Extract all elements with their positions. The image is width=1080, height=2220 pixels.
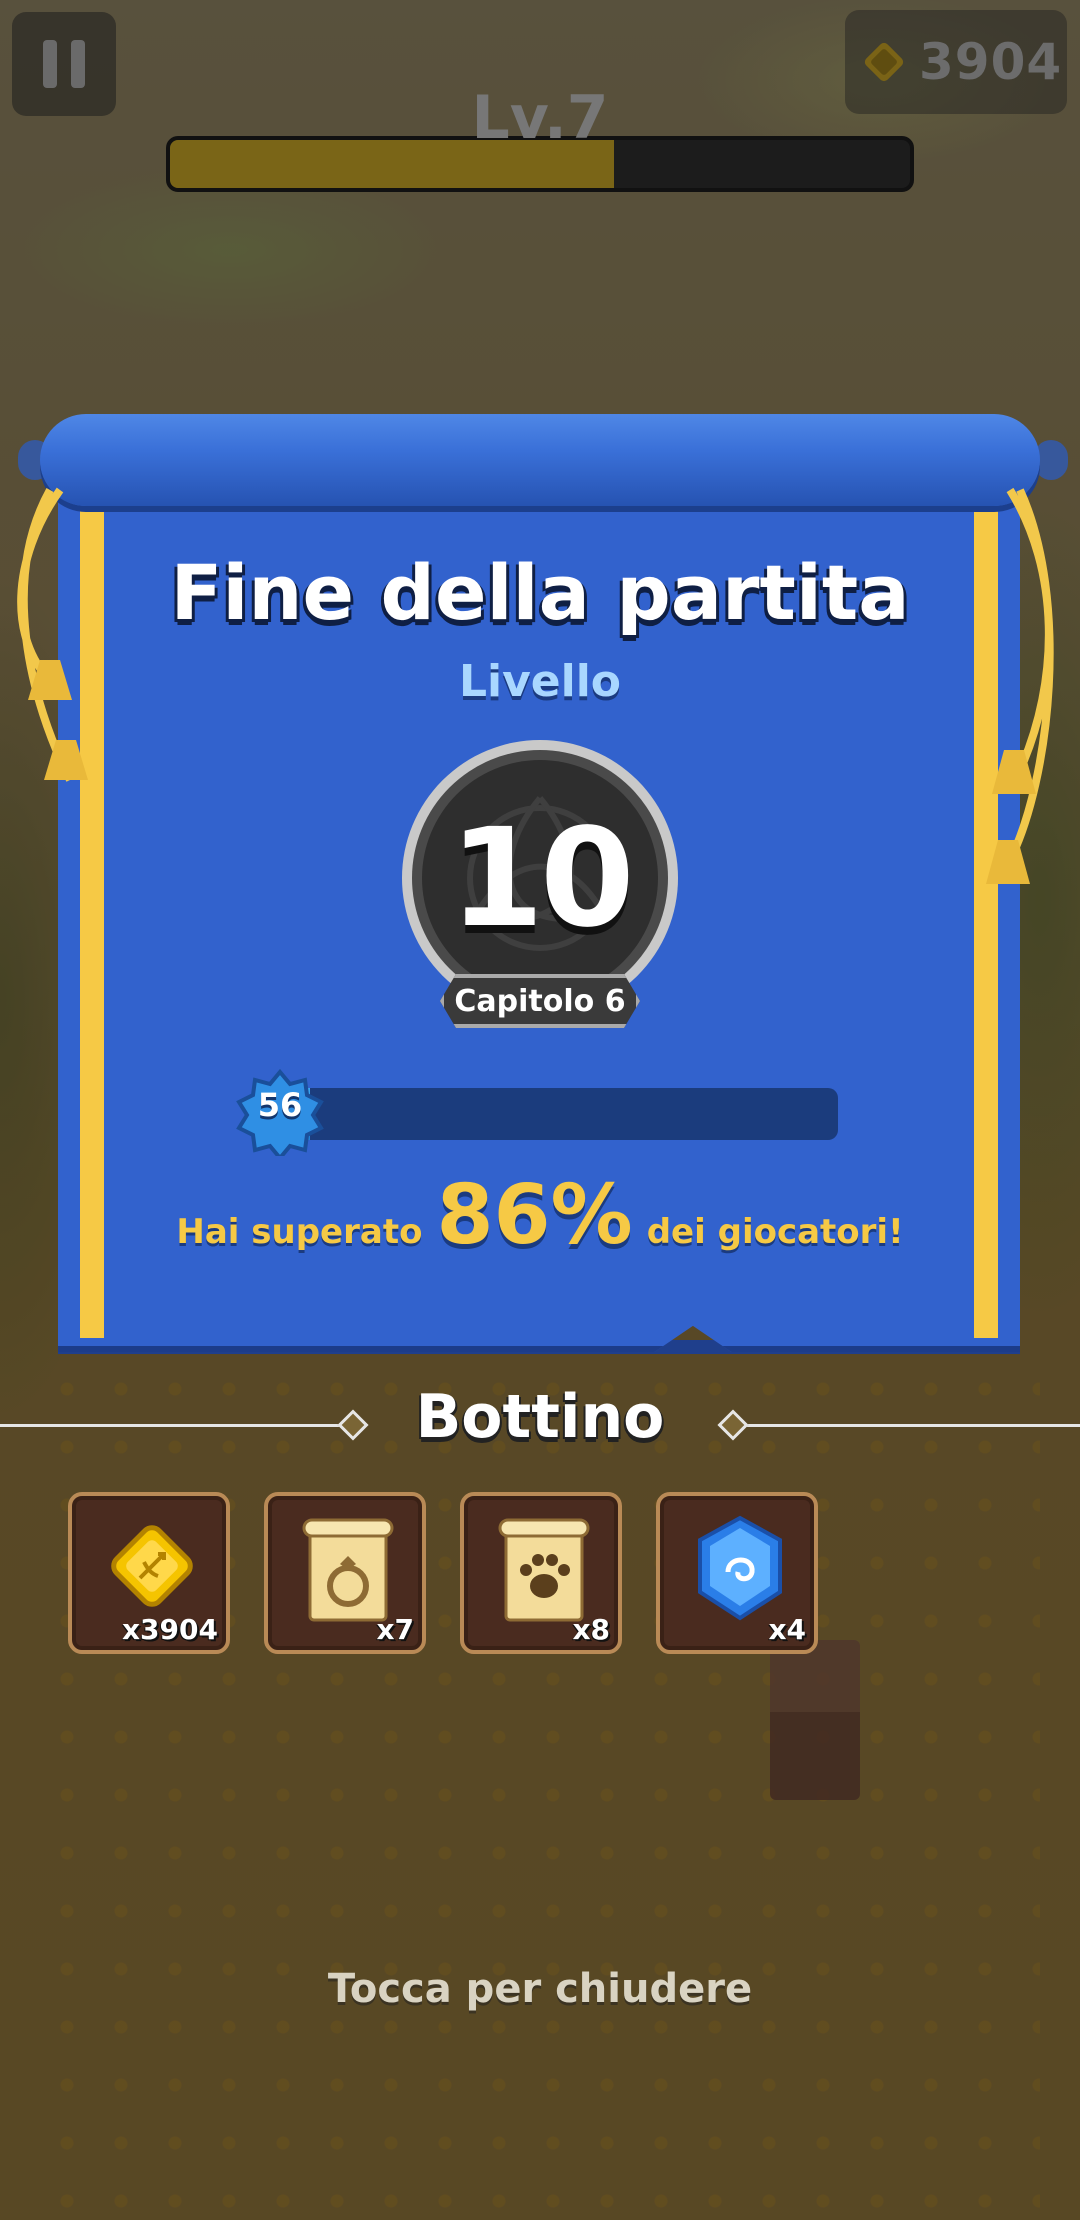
scroll-rod (40, 414, 1040, 506)
chapter-badge: Capitolo 6 (440, 974, 640, 1028)
pause-icon-bar (71, 40, 85, 88)
chapter-label: Capitolo 6 (454, 983, 626, 1019)
pause-icon (43, 40, 57, 88)
loot-item-paw-scroll[interactable]: x8 (460, 1492, 622, 1654)
coin-count: 3904 (919, 33, 1063, 91)
loot-item-gold[interactable]: x3904 (68, 1492, 230, 1654)
level-reached: 10 (449, 800, 634, 958)
beat-prefix: Hai superato (176, 1212, 423, 1252)
loot-item-gem[interactable]: x4 (656, 1492, 818, 1654)
beat-suffix: dei giocatori! (646, 1212, 904, 1252)
blue-gem-icon (698, 1515, 782, 1621)
gold-coin-icon (864, 42, 904, 82)
ring-scroll-icon (302, 1518, 394, 1622)
tassel-left-icon (17, 487, 88, 782)
loot-count: x4 (768, 1613, 806, 1646)
xp-progress-bar (264, 1088, 838, 1140)
player-level-number: 56 (257, 1086, 303, 1124)
paw-scroll-icon (498, 1518, 590, 1622)
loot-title: Bottino (415, 1382, 665, 1452)
loot-item-ring-scroll[interactable]: x7 (264, 1492, 426, 1654)
player-level-label: Lv.7 (471, 83, 609, 153)
loot-count: x8 (572, 1613, 610, 1646)
loot-count: x3904 (122, 1613, 218, 1646)
beat-players-text: Hai superato 86% dei giocatori! (0, 1168, 1080, 1263)
level-subtitle: Livello (458, 656, 622, 707)
game-over-title: Fine della partita (170, 548, 910, 637)
beat-percent: 86% (436, 1168, 633, 1263)
loot-list: x3904 x7 x8 x4 (68, 1492, 818, 1654)
tap-to-close-hint[interactable]: Tocca per chiudere (0, 1966, 1080, 2012)
gold-coin-icon (111, 1525, 193, 1607)
loot-count: x7 (376, 1613, 414, 1646)
